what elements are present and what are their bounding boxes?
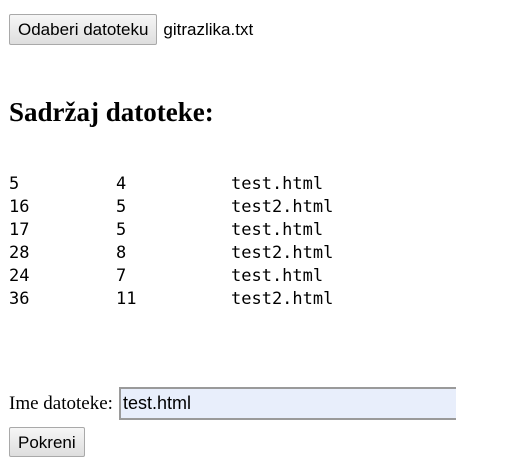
line-col-1: 5 [9, 174, 20, 194]
line-col-3: test2.html [231, 243, 334, 263]
line-col-1: 17 [9, 220, 30, 240]
line-col-2: 4 [116, 174, 127, 194]
file-line: 28 8 test2.html [9, 242, 333, 265]
line-col-2: 8 [116, 243, 127, 263]
file-picker: Odaberi datoteku gitrazlika.txt [9, 14, 253, 45]
file-line: 24 7 test.html [9, 265, 333, 288]
line-col-2: 5 [116, 197, 127, 217]
file-line: 17 5 test.html [9, 219, 333, 242]
line-col-3: test.html [231, 174, 324, 194]
selected-file-name: gitrazlika.txt [163, 19, 254, 39]
line-col-3: test.html [231, 220, 324, 240]
line-col-1: 28 [9, 243, 30, 263]
line-col-3: test2.html [231, 197, 334, 217]
file-name-label: Ime datoteke: [9, 392, 113, 414]
line-col-2: 7 [116, 266, 127, 286]
line-col-2: 5 [116, 220, 127, 240]
line-col-1: 16 [9, 197, 30, 217]
line-col-2: 11 [116, 289, 137, 309]
file-line: 16 5 test2.html [9, 196, 333, 219]
file-line: 5 4 test.html [9, 173, 333, 196]
run-button[interactable]: Pokreni [9, 427, 85, 457]
file-name-input[interactable] [118, 387, 456, 420]
file-contents: 5 4 test.html 16 5 test2.html 17 5 test.html 28 8 t… [9, 173, 333, 311]
file-line: 36 11 test2.html [9, 288, 333, 311]
choose-file-button[interactable]: Odaberi datoteku [9, 14, 158, 45]
line-col-3: test2.html [231, 289, 334, 309]
line-col-1: 36 [9, 289, 30, 309]
file-name-row: Ime datoteke: [9, 387, 456, 420]
line-col-3: test.html [231, 266, 324, 286]
line-col-1: 24 [9, 266, 30, 286]
file-contents-heading: Sadržaj datoteke: [9, 97, 214, 127]
